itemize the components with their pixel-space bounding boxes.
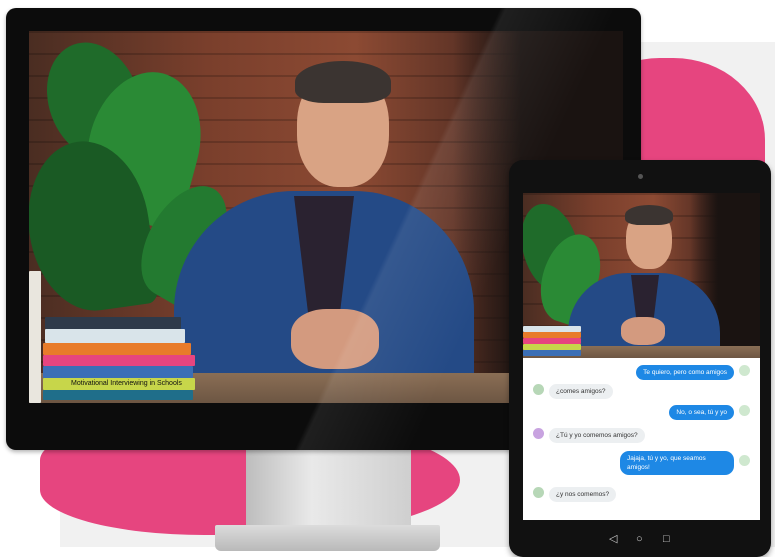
recents-icon[interactable]: □ bbox=[663, 534, 670, 545]
book-upright bbox=[29, 271, 41, 403]
presenter-hands bbox=[621, 317, 665, 345]
book-title: Motivational Interviewing in Schools bbox=[43, 378, 195, 390]
avatar bbox=[533, 487, 544, 498]
tablet-screen: Te quiero, pero como amigos ¿comes amigo… bbox=[523, 193, 760, 520]
tablet-device: Te quiero, pero como amigos ¿comes amigo… bbox=[509, 160, 771, 557]
book bbox=[45, 317, 181, 329]
book bbox=[523, 350, 581, 356]
book bbox=[43, 366, 193, 378]
book bbox=[43, 390, 193, 400]
book bbox=[43, 343, 191, 355]
book bbox=[45, 329, 185, 343]
monitor-stand bbox=[246, 450, 411, 530]
chat-message-sent: Te quiero, pero como amigos bbox=[636, 365, 734, 380]
chat-message-received: ¿y nos comemos? bbox=[549, 487, 617, 502]
chat-message-sent: No, o sea, tú y yo bbox=[669, 405, 734, 420]
home-icon[interactable]: ○ bbox=[636, 534, 643, 545]
presenter-hair bbox=[625, 205, 673, 225]
avatar bbox=[533, 384, 544, 395]
chat-message-received: ¿comes amigos? bbox=[549, 384, 613, 399]
book bbox=[43, 355, 195, 366]
avatar bbox=[739, 365, 750, 376]
chat-panel: Te quiero, pero como amigos ¿comes amigo… bbox=[523, 358, 760, 520]
avatar bbox=[739, 405, 750, 416]
tablet-video-player[interactable] bbox=[523, 193, 760, 358]
camera-dot bbox=[638, 174, 643, 179]
monitor-stand-base bbox=[215, 525, 440, 551]
chat-message-sent: Jajaja, tú y yo, que seamos amigos! bbox=[620, 451, 734, 475]
avatar bbox=[533, 428, 544, 439]
avatar bbox=[739, 455, 750, 466]
back-icon[interactable]: ◁ bbox=[609, 534, 617, 545]
chat-message-received: ¿Tú y yo comemos amigos? bbox=[549, 428, 645, 443]
